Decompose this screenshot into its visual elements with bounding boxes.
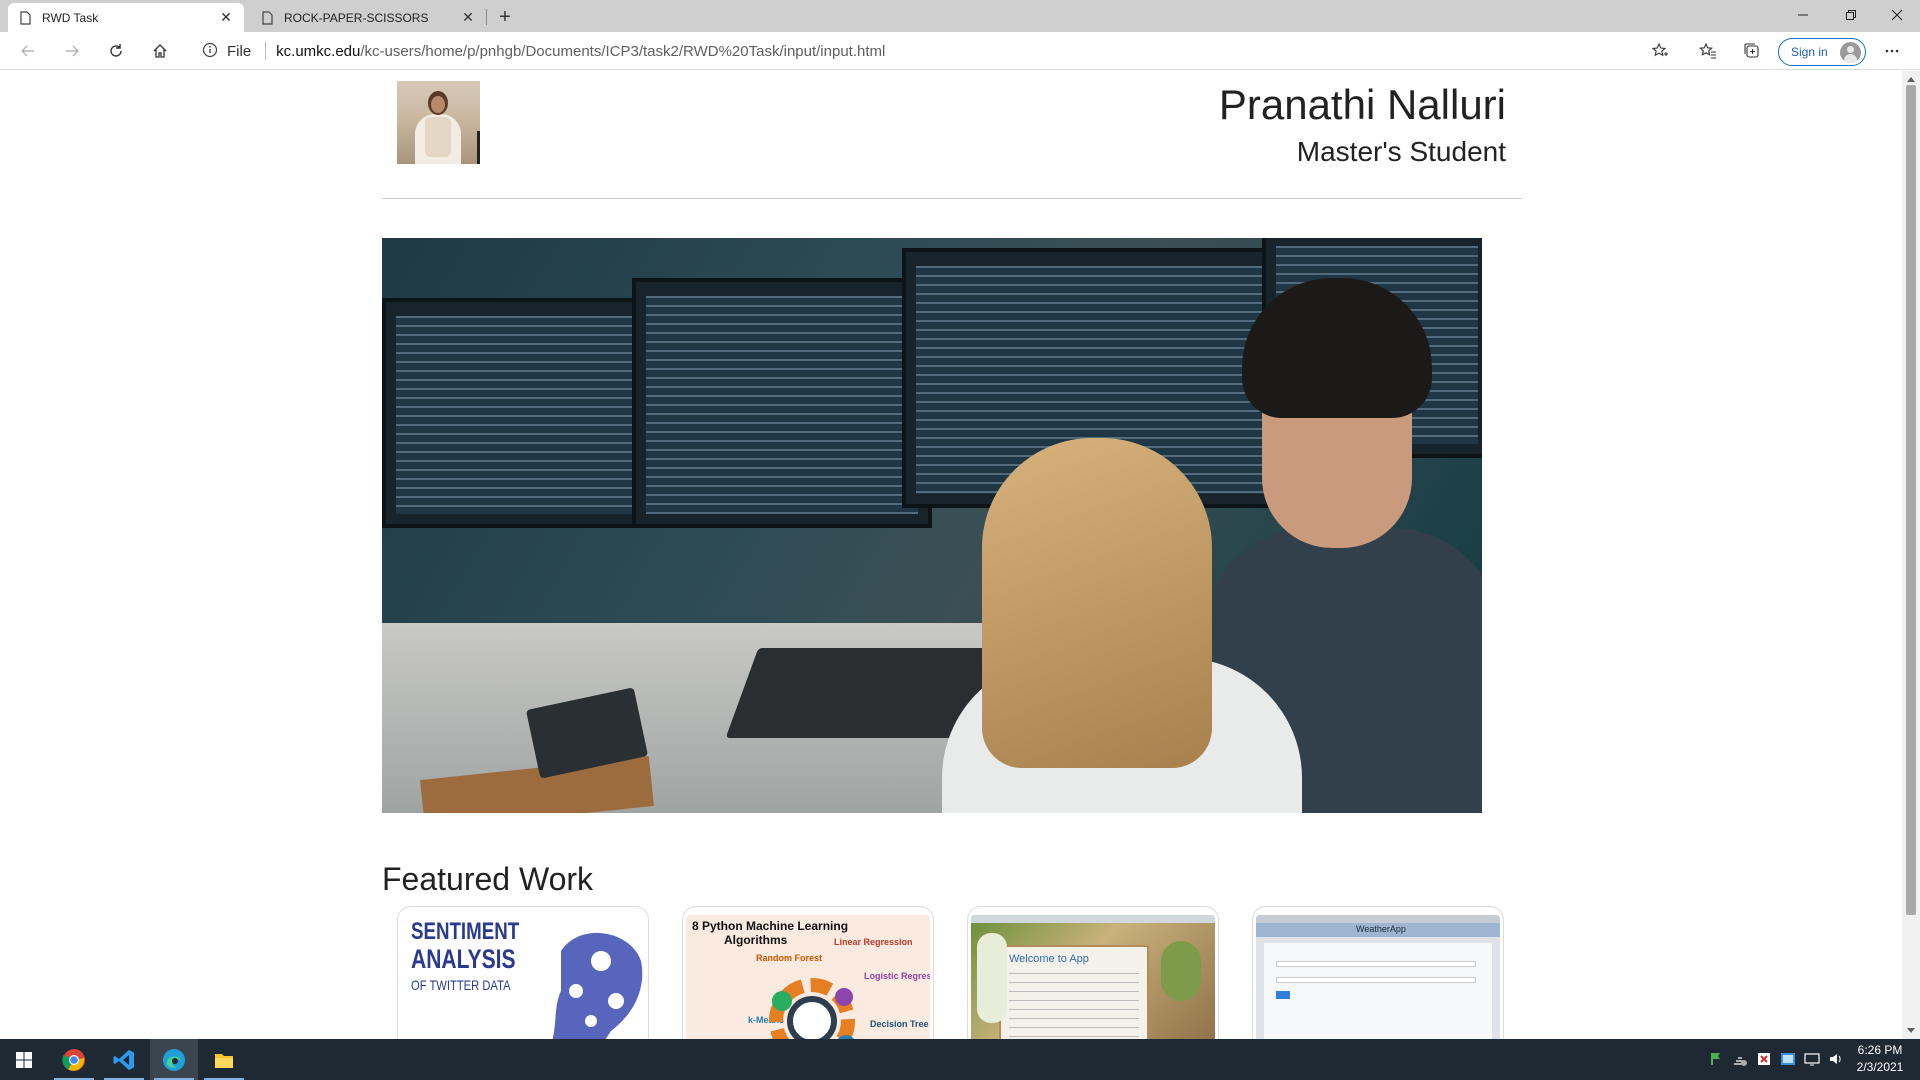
gears-icon: [769, 978, 855, 1039]
page-title: Pranathi Nalluri: [1218, 81, 1506, 128]
home-button[interactable]: [146, 37, 174, 65]
refresh-button[interactable]: [102, 37, 130, 65]
tab-title: ROCK-PAPER-SCISSORS: [284, 10, 429, 25]
system-clock[interactable]: 6:26 PM 2/3/2021: [1850, 1042, 1910, 1076]
app-tray-icon[interactable]: [1780, 1051, 1796, 1067]
close-icon[interactable]: ✕: [460, 9, 476, 26]
favorites-icon: [1699, 42, 1716, 59]
info-icon[interactable]: [202, 42, 220, 60]
taskbar-vscode[interactable]: [100, 1039, 148, 1080]
hero-image: [382, 238, 1482, 813]
card-title-line1: SENTIMENT: [411, 918, 520, 945]
card-title-line2: Algorithms: [724, 933, 788, 947]
edge-icon: [163, 1048, 185, 1071]
collections-button[interactable]: [1738, 37, 1766, 65]
featured-work-heading: Featured Work: [382, 861, 594, 897]
more-icon: [1885, 49, 1899, 53]
taskbar: 6:26 PM 2/3/2021: [0, 1039, 1920, 1080]
card-label: Linear Regression: [834, 937, 913, 947]
pen-icon[interactable]: [1708, 1051, 1724, 1067]
add-favorite-button[interactable]: [1646, 37, 1674, 65]
more-button[interactable]: [1878, 37, 1906, 65]
featured-card-sentiment[interactable]: SENTIMENT ANALYSIS OF TWITTER DATA: [397, 906, 649, 1039]
vscode-icon: [113, 1049, 134, 1070]
chrome-icon: [62, 1048, 85, 1071]
refresh-icon: [110, 44, 122, 57]
tab-title: RWD Task: [42, 10, 99, 25]
card-label: Logistic Regression: [864, 971, 930, 981]
header-divider: [382, 198, 1522, 199]
tab-separator: [486, 9, 487, 25]
back-button[interactable]: [14, 37, 42, 65]
tab-strip: RWD Task ✕ ROCK-PAPER-SCISSORS ✕ +: [0, 0, 1920, 32]
sign-in-button[interactable]: Sign in: [1778, 38, 1866, 66]
forward-button[interactable]: [58, 37, 86, 65]
add-favorite-icon: [1651, 42, 1668, 57]
forward-icon: [66, 45, 79, 57]
taskbar-file-explorer[interactable]: [200, 1039, 248, 1080]
new-tab-button[interactable]: +: [492, 4, 518, 30]
home-icon: [153, 44, 167, 58]
featured-card-ml-algorithms[interactable]: 8 Python Machine Learning Algorithms Lin…: [682, 906, 934, 1039]
address-divider: [265, 42, 267, 60]
card-title-line2: ANALYSIS: [411, 944, 516, 974]
close-icon: [1891, 9, 1903, 21]
collections-icon: [1744, 43, 1759, 58]
page-subtitle: Master's Student: [1296, 136, 1506, 167]
display-icon[interactable]: [1804, 1051, 1820, 1067]
address-bar[interactable]: File kc.umkc.edu/kc-users/home/p/pnhgb/D…: [190, 36, 1690, 66]
scroll-down-icon[interactable]: [1907, 1028, 1915, 1033]
card-title-line1: WeatherApp: [1356, 924, 1406, 934]
scheme-label: File: [227, 42, 252, 60]
clock-time: 6:26 PM: [1857, 1043, 1903, 1057]
card-title-line3: OF TWITTER DATA: [411, 977, 511, 993]
restore-button[interactable]: [1828, 0, 1874, 30]
featured-card-food-app[interactable]: Welcome to App: [967, 906, 1219, 1039]
security-icon[interactable]: [1756, 1051, 1772, 1067]
page-viewport: Pranathi Nalluri Master's Student Featur…: [0, 71, 1902, 1039]
windows-start-icon: [16, 1051, 32, 1068]
profile-photo: [397, 81, 480, 164]
close-icon[interactable]: ✕: [218, 9, 234, 26]
minimize-icon: [1798, 14, 1808, 16]
card-thumbnail: WeatherApp: [1256, 915, 1500, 1039]
bird-icon: [552, 933, 643, 1039]
network-icon[interactable]: [1732, 1051, 1748, 1067]
file-explorer-icon: [215, 1053, 233, 1068]
taskbar-chrome[interactable]: [50, 1039, 98, 1080]
card-thumbnail: Welcome to App: [971, 915, 1215, 1039]
tab-rock-paper-scissors[interactable]: ROCK-PAPER-SCISSORS ✕: [250, 3, 486, 32]
clock-date: 2/3/2021: [1856, 1060, 1904, 1074]
card-thumbnail: SENTIMENT ANALYSIS OF TWITTER DATA: [401, 915, 645, 1039]
browser-toolbar: File kc.umkc.edu/kc-users/home/p/pnhgb/D…: [0, 32, 1920, 70]
card-thumbnail: 8 Python Machine Learning Algorithms Lin…: [686, 915, 930, 1039]
restore-icon: [1846, 10, 1856, 20]
page-scrollbar[interactable]: [1902, 71, 1920, 1039]
card-title-line1: 8 Python Machine Learning: [692, 919, 849, 933]
card-title-line1: Welcome to App: [1009, 953, 1089, 965]
start-button[interactable]: [0, 1039, 48, 1080]
taskbar-edge[interactable]: [150, 1039, 198, 1080]
favorites-button[interactable]: [1694, 37, 1722, 65]
scroll-thumb[interactable]: [1906, 85, 1916, 915]
sign-in-label: Sign in: [1791, 45, 1828, 59]
scroll-up-icon[interactable]: [1907, 77, 1915, 82]
page-icon: [18, 10, 32, 25]
back-icon: [21, 45, 34, 57]
tab-rwd-task[interactable]: RWD Task ✕: [8, 3, 244, 32]
card-label: Random Forest: [756, 953, 823, 963]
address-host: kc.umkc.edu: [276, 42, 361, 60]
card-label: Decision Tree: [870, 1019, 929, 1029]
volume-icon[interactable]: [1828, 1051, 1844, 1067]
avatar-icon: [1840, 42, 1861, 63]
minimize-button[interactable]: [1780, 0, 1826, 30]
address-path: /kc-users/home/p/pnhgb/Documents/ICP3/ta…: [360, 42, 886, 60]
close-window-button[interactable]: [1874, 0, 1920, 30]
page-icon: [260, 10, 274, 25]
featured-card-weather-app[interactable]: WeatherApp: [1252, 906, 1504, 1039]
